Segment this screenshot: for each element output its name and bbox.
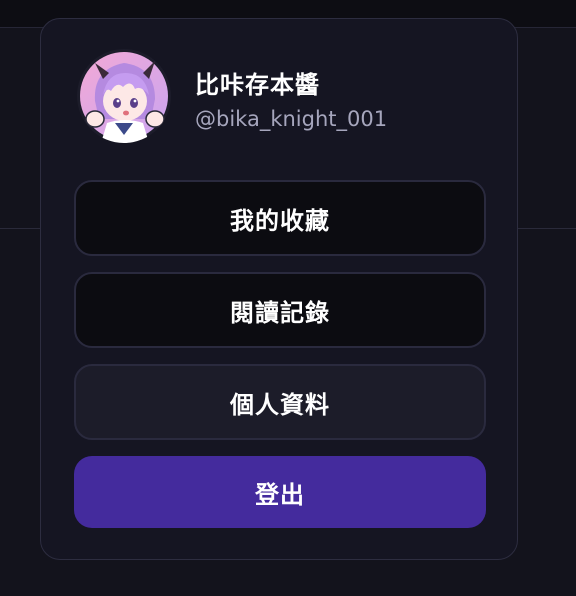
profile-header: 比咔存本醬 @bika_knight_001 (77, 49, 497, 149)
anime-avatar-icon (77, 49, 171, 143)
favorites-button[interactable]: 我的收藏 (74, 180, 486, 256)
profile-button[interactable]: 個人資料 (74, 364, 486, 440)
user-handle: @bika_knight_001 (195, 107, 388, 131)
reading-history-button[interactable]: 閱讀記錄 (74, 272, 486, 348)
logout-button[interactable]: 登出 (74, 456, 486, 528)
avatar[interactable] (77, 49, 171, 143)
user-display-name: 比咔存本醬 (195, 71, 320, 99)
user-menu-dropdown: 比咔存本醬 @bika_knight_001 我的收藏 閱讀記錄 個人資料 登出 (40, 18, 518, 560)
